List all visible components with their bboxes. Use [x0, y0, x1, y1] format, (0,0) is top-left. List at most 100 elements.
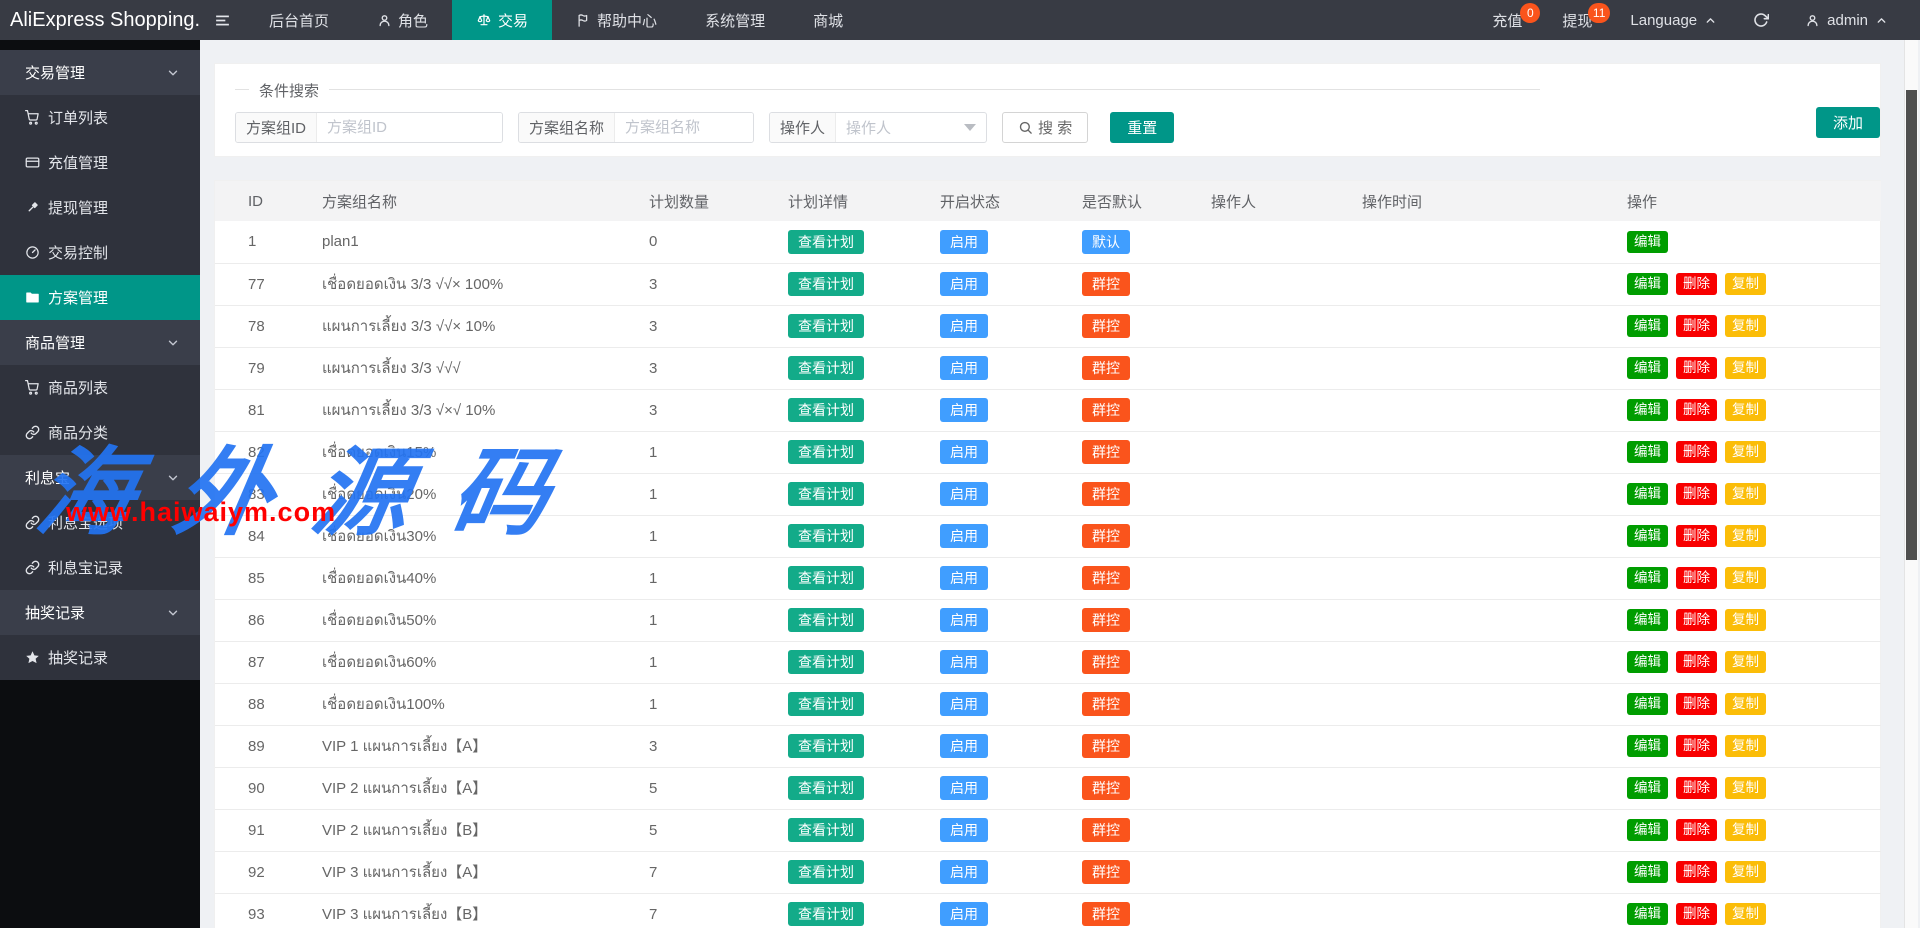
view-plan-button[interactable]: 查看计划: [788, 230, 864, 254]
copy-button[interactable]: 复制: [1725, 777, 1766, 799]
delete-button[interactable]: 删除: [1676, 651, 1717, 673]
default-badge[interactable]: 群控: [1082, 734, 1130, 758]
delete-button[interactable]: 删除: [1676, 441, 1717, 463]
view-plan-button[interactable]: 查看计划: [788, 902, 864, 926]
menu-item-roles[interactable]: 角色: [353, 0, 452, 40]
enabled-badge[interactable]: 启用: [940, 398, 988, 422]
withdraw-nav-item[interactable]: 提现 11: [1542, 0, 1612, 40]
delete-button[interactable]: 删除: [1676, 357, 1717, 379]
delete-button[interactable]: 删除: [1676, 483, 1717, 505]
edit-button[interactable]: 编辑: [1627, 567, 1668, 589]
vertical-scrollbar[interactable]: [1904, 40, 1918, 928]
default-badge[interactable]: 群控: [1082, 902, 1130, 926]
view-plan-button[interactable]: 查看计划: [788, 398, 864, 422]
delete-button[interactable]: 删除: [1676, 609, 1717, 631]
default-badge[interactable]: 群控: [1082, 650, 1130, 674]
delete-button[interactable]: 删除: [1676, 315, 1717, 337]
enabled-badge[interactable]: 启用: [940, 860, 988, 884]
edit-button[interactable]: 编辑: [1627, 609, 1668, 631]
delete-button[interactable]: 删除: [1676, 567, 1717, 589]
view-plan-button[interactable]: 查看计划: [788, 692, 864, 716]
edit-button[interactable]: 编辑: [1627, 441, 1668, 463]
default-badge[interactable]: 群控: [1082, 356, 1130, 380]
copy-button[interactable]: 复制: [1725, 315, 1766, 337]
view-plan-button[interactable]: 查看计划: [788, 356, 864, 380]
sidebar-item-product-list[interactable]: 商品列表: [0, 365, 200, 410]
edit-button[interactable]: 编辑: [1627, 231, 1668, 253]
default-badge[interactable]: 群控: [1082, 272, 1130, 296]
enabled-badge[interactable]: 启用: [940, 776, 988, 800]
enabled-badge[interactable]: 启用: [940, 818, 988, 842]
refresh-button[interactable]: [1735, 0, 1787, 40]
copy-button[interactable]: 复制: [1725, 399, 1766, 421]
enabled-badge[interactable]: 启用: [940, 272, 988, 296]
sidebar-item-interest-options[interactable]: 利息宝选项: [0, 500, 200, 545]
delete-button[interactable]: 删除: [1676, 399, 1717, 421]
recharge-nav-item[interactable]: 充值 0: [1472, 0, 1542, 40]
menu-item-mall[interactable]: 商城: [789, 0, 867, 40]
copy-button[interactable]: 复制: [1725, 273, 1766, 295]
view-plan-button[interactable]: 查看计划: [788, 314, 864, 338]
edit-button[interactable]: 编辑: [1627, 651, 1668, 673]
user-menu[interactable]: admin: [1787, 0, 1906, 40]
delete-button[interactable]: 删除: [1676, 693, 1717, 715]
copy-button[interactable]: 复制: [1725, 693, 1766, 715]
copy-button[interactable]: 复制: [1725, 735, 1766, 757]
view-plan-button[interactable]: 查看计划: [788, 272, 864, 296]
enabled-badge[interactable]: 启用: [940, 482, 988, 506]
copy-button[interactable]: 复制: [1725, 903, 1766, 925]
copy-button[interactable]: 复制: [1725, 861, 1766, 883]
default-badge[interactable]: 群控: [1082, 398, 1130, 422]
default-badge[interactable]: 群控: [1082, 482, 1130, 506]
sidebar-item-product-category[interactable]: 商品分类: [0, 410, 200, 455]
view-plan-button[interactable]: 查看计划: [788, 440, 864, 464]
sidebar-item-interest-records[interactable]: 利息宝记录: [0, 545, 200, 590]
default-badge[interactable]: 群控: [1082, 776, 1130, 800]
enabled-badge[interactable]: 启用: [940, 692, 988, 716]
view-plan-button[interactable]: 查看计划: [788, 818, 864, 842]
edit-button[interactable]: 编辑: [1627, 357, 1668, 379]
sidebar-group-interest-treasure[interactable]: 利息宝: [0, 455, 200, 500]
enabled-badge[interactable]: 启用: [940, 608, 988, 632]
search-button[interactable]: 搜 索: [1002, 112, 1088, 143]
scrollbar-thumb[interactable]: [1906, 90, 1917, 560]
sidebar-item-lottery-records[interactable]: 抽奖记录: [0, 635, 200, 680]
menu-item-dashboard[interactable]: 后台首页: [245, 0, 353, 40]
enabled-badge[interactable]: 启用: [940, 734, 988, 758]
edit-button[interactable]: 编辑: [1627, 315, 1668, 337]
edit-button[interactable]: 编辑: [1627, 483, 1668, 505]
sidebar-item-plan-management[interactable]: 方案管理: [0, 275, 200, 320]
edit-button[interactable]: 编辑: [1627, 273, 1668, 295]
default-badge[interactable]: 群控: [1082, 440, 1130, 464]
sidebar-group-trade-management[interactable]: 交易管理: [0, 50, 200, 95]
edit-button[interactable]: 编辑: [1627, 903, 1668, 925]
enabled-badge[interactable]: 启用: [940, 440, 988, 464]
copy-button[interactable]: 复制: [1725, 651, 1766, 673]
copy-button[interactable]: 复制: [1725, 567, 1766, 589]
view-plan-button[interactable]: 查看计划: [788, 608, 864, 632]
default-badge[interactable]: 群控: [1082, 524, 1130, 548]
menu-item-help[interactable]: 帮助中心: [552, 0, 681, 40]
menu-item-trade[interactable]: 交易: [452, 0, 552, 40]
sidebar-item-recharge-management[interactable]: 充值管理: [0, 140, 200, 185]
copy-button[interactable]: 复制: [1725, 441, 1766, 463]
sidebar-item-trade-control[interactable]: 交易控制: [0, 230, 200, 275]
copy-button[interactable]: 复制: [1725, 819, 1766, 841]
edit-button[interactable]: 编辑: [1627, 399, 1668, 421]
edit-button[interactable]: 编辑: [1627, 819, 1668, 841]
copy-button[interactable]: 复制: [1725, 483, 1766, 505]
delete-button[interactable]: 删除: [1676, 273, 1717, 295]
copy-button[interactable]: 复制: [1725, 609, 1766, 631]
operator-select[interactable]: 操作人: [836, 113, 986, 142]
enabled-badge[interactable]: 启用: [940, 230, 988, 254]
menu-item-system[interactable]: 系统管理: [681, 0, 789, 40]
default-badge[interactable]: 默认: [1082, 230, 1130, 254]
delete-button[interactable]: 删除: [1676, 735, 1717, 757]
sidebar-item-withdraw-management[interactable]: 提现管理: [0, 185, 200, 230]
default-badge[interactable]: 群控: [1082, 692, 1130, 716]
view-plan-button[interactable]: 查看计划: [788, 566, 864, 590]
delete-button[interactable]: 删除: [1676, 903, 1717, 925]
enabled-badge[interactable]: 启用: [940, 314, 988, 338]
copy-button[interactable]: 复制: [1725, 525, 1766, 547]
sidebar-item-order-list[interactable]: 订单列表: [0, 95, 200, 140]
